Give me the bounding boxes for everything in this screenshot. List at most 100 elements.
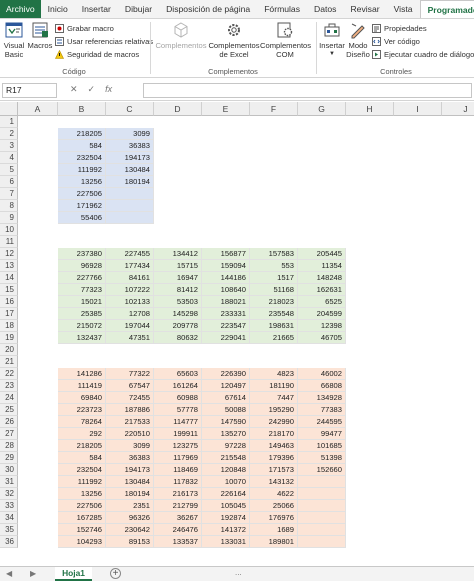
cell[interactable]: 171962 xyxy=(58,200,106,212)
cell[interactable]: 133537 xyxy=(154,536,202,548)
ejecutar-dialogo-button[interactable]: Ejecutar cuadro de diálogo xyxy=(372,49,474,60)
cell[interactable]: 204599 xyxy=(298,308,346,320)
ver-codigo-button[interactable]: Ver código xyxy=(372,36,420,47)
cell[interactable]: 223723 xyxy=(58,404,106,416)
cell[interactable]: 15715 xyxy=(154,260,202,272)
cell[interactable]: 108640 xyxy=(202,284,250,296)
cell[interactable]: 233331 xyxy=(202,308,250,320)
cell[interactable]: 36383 xyxy=(106,140,154,152)
cell[interactable]: 120497 xyxy=(202,380,250,392)
tab-inicio[interactable]: Inicio xyxy=(41,0,75,18)
cell[interactable]: 107222 xyxy=(106,284,154,296)
row-header[interactable]: 5 xyxy=(0,164,18,176)
cell[interactable]: 180194 xyxy=(106,488,154,500)
cell[interactable]: 246476 xyxy=(154,524,202,536)
tab-vista[interactable]: Vista xyxy=(387,0,420,18)
row-header[interactable]: 17 xyxy=(0,308,18,320)
cell[interactable]: 57778 xyxy=(154,404,202,416)
cell[interactable]: 2351 xyxy=(106,500,154,512)
cell[interactable] xyxy=(298,524,346,536)
cell[interactable]: 134928 xyxy=(298,392,346,404)
cell[interactable]: 188021 xyxy=(202,296,250,308)
cell[interactable]: 4823 xyxy=(250,368,298,380)
row-header[interactable]: 1 xyxy=(0,116,18,128)
cell[interactable]: 102133 xyxy=(106,296,154,308)
cell[interactable]: 89153 xyxy=(106,536,154,548)
cell[interactable]: 134412 xyxy=(154,248,202,260)
cell[interactable]: 114777 xyxy=(154,416,202,428)
cell[interactable] xyxy=(106,212,154,224)
cell[interactable]: 232504 xyxy=(58,464,106,476)
cell[interactable]: 232504 xyxy=(58,152,106,164)
row-header[interactable]: 6 xyxy=(0,176,18,188)
fx-icon[interactable]: fx xyxy=(105,83,112,96)
cell[interactable]: 135270 xyxy=(202,428,250,440)
cell[interactable]: 6525 xyxy=(298,296,346,308)
row-header[interactable]: 2 xyxy=(0,128,18,140)
row-header[interactable]: 15 xyxy=(0,284,18,296)
row-header[interactable]: 22 xyxy=(0,368,18,380)
cell[interactable]: 177434 xyxy=(106,260,154,272)
cell[interactable]: 226164 xyxy=(202,488,250,500)
cell[interactable]: 51398 xyxy=(298,452,346,464)
cell[interactable]: 218170 xyxy=(250,428,298,440)
visual-basic-button[interactable]: Visual Basic xyxy=(2,21,26,59)
cell[interactable]: 205445 xyxy=(298,248,346,260)
row-header[interactable]: 24 xyxy=(0,392,18,404)
cell[interactable]: 227455 xyxy=(106,248,154,260)
cell[interactable]: 237380 xyxy=(58,248,106,260)
cell[interactable]: 120848 xyxy=(202,464,250,476)
select-all-corner[interactable] xyxy=(0,102,18,116)
cell[interactable]: 101685 xyxy=(298,440,346,452)
row-header[interactable]: 14 xyxy=(0,272,18,284)
name-box[interactable]: R17 xyxy=(2,83,57,98)
cell[interactable]: 51168 xyxy=(250,284,298,296)
column-header-g[interactable]: G xyxy=(298,102,346,116)
cell[interactable]: 36383 xyxy=(106,452,154,464)
tab-disposicion-de-pagina[interactable]: Disposición de página xyxy=(159,0,257,18)
cell[interactable]: 117832 xyxy=(154,476,202,488)
row-header[interactable]: 36 xyxy=(0,536,18,548)
row-header[interactable]: 26 xyxy=(0,416,18,428)
cell[interactable]: 229041 xyxy=(202,332,250,344)
row-header[interactable]: 20 xyxy=(0,344,18,356)
cell[interactable] xyxy=(298,500,346,512)
cell[interactable]: 3099 xyxy=(106,440,154,452)
cell[interactable]: 215548 xyxy=(202,452,250,464)
cell[interactable]: 25385 xyxy=(58,308,106,320)
cell[interactable]: 152660 xyxy=(298,464,346,476)
row-header[interactable]: 35 xyxy=(0,524,18,536)
cell[interactable]: 553 xyxy=(250,260,298,272)
cell[interactable]: 212799 xyxy=(154,500,202,512)
cell[interactable]: 161264 xyxy=(154,380,202,392)
formula-input[interactable] xyxy=(143,83,472,98)
cell[interactable]: 104293 xyxy=(58,536,106,548)
cell[interactable]: 180194 xyxy=(106,176,154,188)
cell[interactable]: 220510 xyxy=(106,428,154,440)
row-header[interactable]: 3 xyxy=(0,140,18,152)
cell[interactable]: 223547 xyxy=(202,320,250,332)
cell[interactable]: 21665 xyxy=(250,332,298,344)
cell[interactable]: 197044 xyxy=(106,320,154,332)
cell[interactable]: 159094 xyxy=(202,260,250,272)
cell[interactable]: 96928 xyxy=(58,260,106,272)
cell[interactable]: 148248 xyxy=(298,272,346,284)
cell[interactable]: 13256 xyxy=(58,488,106,500)
cell[interactable]: 195290 xyxy=(250,404,298,416)
column-header-j[interactable]: J xyxy=(442,102,474,116)
cell[interactable]: 60988 xyxy=(154,392,202,404)
tab-archivo[interactable]: Archivo xyxy=(0,0,41,18)
complementos-com-button[interactable]: Complementos COM xyxy=(260,21,311,59)
cell[interactable]: 192874 xyxy=(202,512,250,524)
row-header[interactable]: 23 xyxy=(0,380,18,392)
cell[interactable]: 156877 xyxy=(202,248,250,260)
cell[interactable]: 111992 xyxy=(58,476,106,488)
cell[interactable]: 216173 xyxy=(154,488,202,500)
cell[interactable]: 292 xyxy=(58,428,106,440)
sheet-options[interactable]: ... xyxy=(235,568,242,577)
row-header[interactable]: 10 xyxy=(0,224,18,236)
modo-diseno-button[interactable]: Modo Diseño xyxy=(346,21,370,59)
cell[interactable]: 4622 xyxy=(250,488,298,500)
row-header[interactable]: 30 xyxy=(0,464,18,476)
row-header[interactable]: 19 xyxy=(0,332,18,344)
